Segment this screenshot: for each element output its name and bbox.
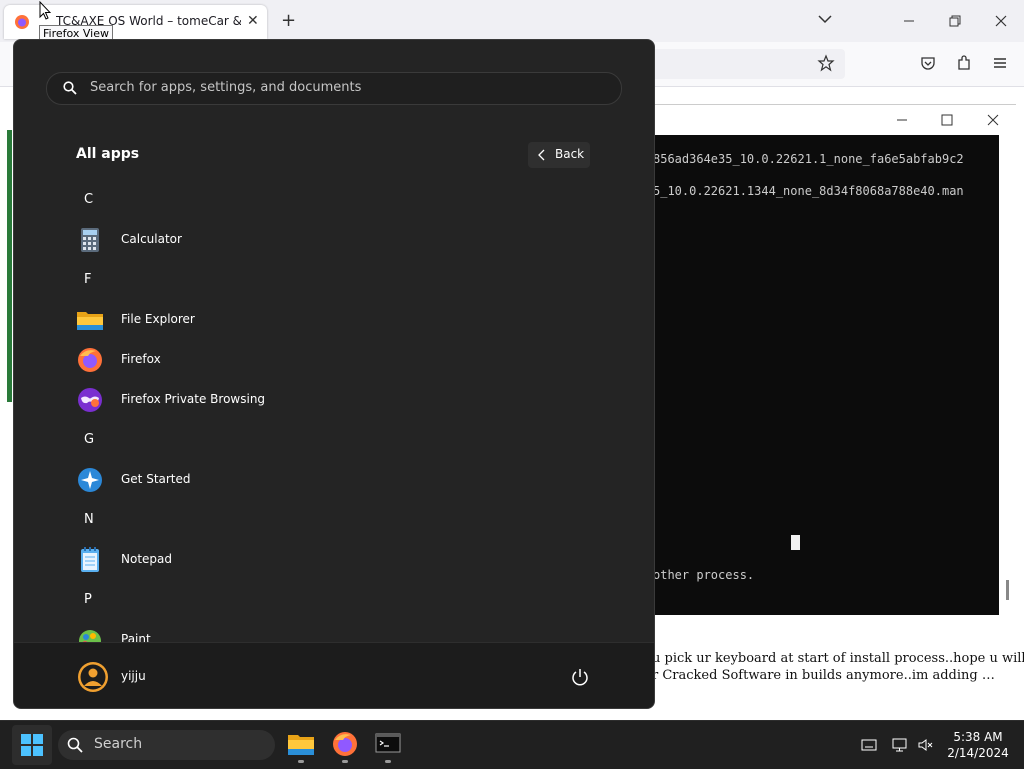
restore-icon[interactable] <box>946 12 964 30</box>
user-avatar-icon[interactable] <box>77 661 109 693</box>
get-started-icon <box>78 468 102 492</box>
page-text-line: r Cracked Software in builds anymore..im… <box>652 668 995 683</box>
folder-icon <box>288 735 314 755</box>
taskbar-search-label: Search <box>94 736 143 752</box>
taskbar-app-firefox[interactable] <box>327 727 363 763</box>
close-window-icon[interactable] <box>992 12 1010 30</box>
taskbar-search[interactable]: Search <box>58 730 275 760</box>
paint-icon <box>79 630 101 642</box>
letter-header[interactable]: C <box>84 192 93 207</box>
pocket-icon[interactable] <box>919 54 937 72</box>
terminal-line: 856ad364e35_10.0.22621.1_none_fa6e5abfab… <box>653 152 964 166</box>
letter-header[interactable]: F <box>84 272 91 287</box>
page-scrollbar[interactable] <box>1006 580 1009 600</box>
app-label: Notepad <box>121 552 172 566</box>
app-label: Paint <box>121 632 151 642</box>
private-browsing-icon <box>78 388 102 412</box>
search-icon <box>67 737 83 753</box>
app-label: File Explorer <box>121 312 195 326</box>
terminal-output[interactable]: 856ad364e35_10.0.22621.1_none_fa6e5abfab… <box>653 135 999 615</box>
start-menu: Search for apps, settings, and documents… <box>13 39 655 709</box>
chevron-left-icon <box>538 149 545 161</box>
terminal-line: other process. <box>653 568 755 582</box>
minimize-icon[interactable] <box>900 12 918 30</box>
mouse-cursor-icon <box>39 1 51 20</box>
volume-muted-icon[interactable] <box>918 737 934 753</box>
close-tab-icon[interactable]: ✕ <box>247 13 259 29</box>
letter-header[interactable]: N <box>84 512 94 527</box>
minimize-icon[interactable] <box>895 113 909 127</box>
page-sidebar-strip <box>7 130 12 402</box>
clock-date: 2/14/2024 <box>947 746 1009 760</box>
app-label: Firefox Private Browsing <box>121 392 266 406</box>
maximize-icon[interactable] <box>940 113 954 127</box>
close-window-icon[interactable] <box>986 113 1000 127</box>
menu-icon[interactable] <box>991 54 1009 72</box>
app-item-notepad[interactable]: Notepad <box>64 542 624 578</box>
search-icon <box>63 81 77 95</box>
bookmark-star-icon[interactable] <box>817 54 835 72</box>
app-label: Get Started <box>121 472 191 486</box>
app-label: Firefox <box>121 352 161 366</box>
letter-header[interactable]: G <box>84 432 94 447</box>
chevron-down-icon[interactable] <box>817 11 833 27</box>
app-item-firefox-private-browsing[interactable]: Firefox Private Browsing <box>64 382 624 418</box>
running-indicator <box>385 760 391 763</box>
terminal-line: 5_10.0.22621.1344_none_8d34f8068a788e40.… <box>653 184 964 198</box>
clock-time: 5:38 AM <box>953 730 1003 744</box>
app-item-file-explorer[interactable]: File Explorer <box>64 302 624 338</box>
taskbar-app-terminal[interactable] <box>370 727 406 763</box>
search-placeholder: Search for apps, settings, and documents <box>90 80 362 95</box>
notepad-icon <box>81 547 99 572</box>
network-icon[interactable] <box>892 737 908 753</box>
power-icon[interactable] <box>570 667 590 687</box>
new-tab-icon[interactable]: + <box>281 10 296 31</box>
app-item-get-started[interactable]: Get Started <box>64 462 624 498</box>
clock[interactable]: 5:38 AM 2/14/2024 <box>946 729 1010 761</box>
running-indicator <box>342 760 348 763</box>
calculator-icon <box>81 228 99 252</box>
taskbar-app-file-explorer[interactable] <box>283 727 319 763</box>
firefox-icon <box>15 15 29 29</box>
user-name[interactable]: yijju <box>121 669 146 683</box>
running-indicator <box>298 760 304 763</box>
folder-icon <box>77 312 103 330</box>
taskbar: Search 5:38 AM 2/14/2024 <box>0 720 1024 769</box>
terminal-icon <box>375 733 401 753</box>
firefox-icon <box>78 348 102 372</box>
start-footer: yijju <box>14 642 654 708</box>
extensions-icon[interactable] <box>955 54 973 72</box>
app-item-calculator[interactable]: Calculator <box>64 222 624 258</box>
keyboard-layout-icon[interactable] <box>861 737 877 753</box>
all-apps-title: All apps <box>76 146 140 162</box>
app-label: Calculator <box>121 232 182 246</box>
terminal-title-bar <box>653 104 1016 136</box>
firefox-icon <box>333 732 357 756</box>
app-item-firefox[interactable]: Firefox <box>64 342 624 378</box>
start-button[interactable] <box>12 725 52 765</box>
letter-header[interactable]: P <box>84 592 92 607</box>
start-search-input[interactable]: Search for apps, settings, and documents <box>46 72 622 105</box>
app-item-paint[interactable]: Paint <box>64 622 624 642</box>
page-text-line: u pick ur keyboard at start of install p… <box>652 651 1024 666</box>
back-button[interactable]: Back <box>528 142 590 168</box>
app-list[interactable]: C Calculator F File Explorer Firefox Fir… <box>14 180 654 642</box>
back-label: Back <box>555 147 585 161</box>
terminal-cursor <box>791 535 800 550</box>
browser-tab-bar: TC&AXE OS World – tomeCar & aXe ✕ + <box>0 0 1024 42</box>
windows-logo-icon <box>21 734 43 756</box>
